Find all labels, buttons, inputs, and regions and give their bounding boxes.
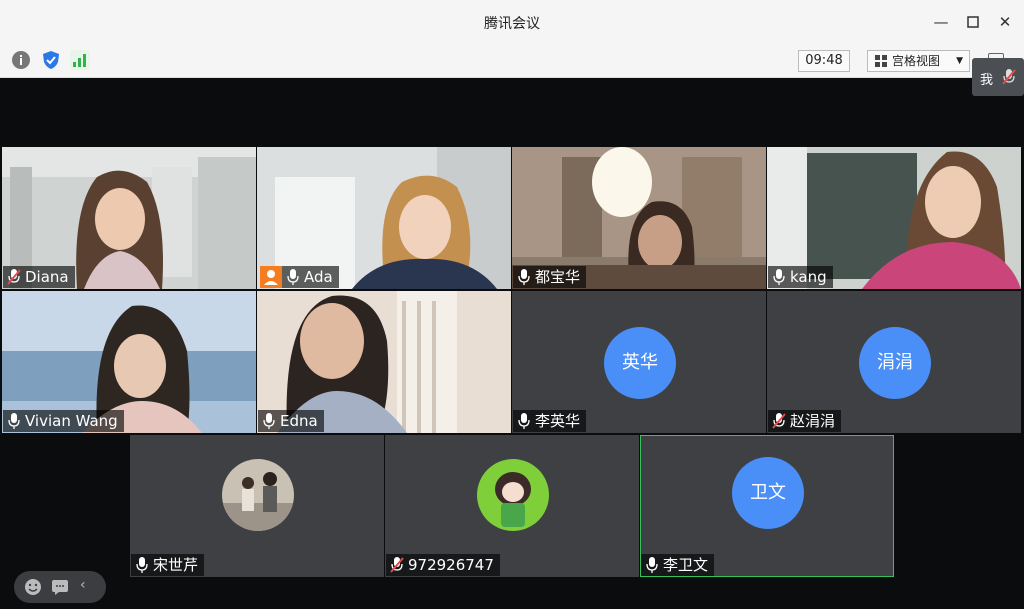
participant-name: 宋世芹: [153, 556, 199, 574]
minimize-button[interactable]: —: [931, 12, 951, 32]
participant-nameplate: 赵涓涓: [768, 410, 842, 432]
self-label: 我: [980, 73, 994, 88]
meeting-timer: 09:48: [798, 50, 850, 72]
video-tile[interactable]: 都宝华: [512, 147, 766, 289]
mic-muted-icon: [772, 413, 786, 429]
participant-nameplate: 972926747: [386, 554, 500, 576]
participant-name: 972926747: [408, 556, 494, 574]
reaction-controls: ‹: [14, 571, 106, 603]
mic-muted-icon: [1002, 69, 1016, 85]
maximize-button[interactable]: [963, 12, 983, 32]
participant-name: Diana: [25, 268, 69, 286]
mic-icon: [773, 269, 785, 285]
video-tile[interactable]: kang: [767, 147, 1021, 289]
mic-muted-icon: [7, 269, 21, 285]
participant-nameplate: 宋世芹: [131, 554, 205, 576]
participant-nameplate: Diana: [3, 266, 75, 288]
mic-icon: [263, 413, 275, 429]
mic-muted-icon: [390, 557, 404, 573]
participant-nameplate: 李卫文: [641, 554, 715, 576]
avatar: 英华: [604, 327, 676, 399]
mic-icon: [518, 413, 530, 429]
smile-icon[interactable]: [24, 578, 42, 600]
close-button[interactable]: ✕: [995, 12, 1015, 32]
host-user-icon: [260, 266, 282, 288]
chat-icon[interactable]: [51, 578, 69, 600]
participant-nameplate: Vivian Wang: [3, 410, 124, 432]
mic-icon: [518, 269, 530, 285]
participant-nameplate: 都宝华: [513, 266, 587, 288]
self-view[interactable]: 我: [972, 58, 1024, 96]
title-bar: 腾讯会议 — ✕: [0, 0, 1024, 45]
info-icon[interactable]: [11, 50, 31, 70]
participant-name: Ada: [304, 268, 333, 286]
participant-nameplate: kang: [768, 266, 833, 288]
avatar: [477, 459, 549, 531]
participant-nameplate: 李英华: [513, 410, 587, 432]
mic-icon: [136, 557, 148, 573]
mic-icon: [287, 269, 299, 285]
avatar-tile-active-speaker[interactable]: 卫文 李卫文: [640, 435, 894, 577]
participant-name: 赵涓涓: [790, 412, 836, 430]
participant-nameplate: Ada: [282, 266, 339, 288]
mic-icon: [8, 413, 20, 429]
participant-nameplate: Edna: [258, 410, 324, 432]
window-title: 腾讯会议: [484, 16, 540, 32]
avatar-tile[interactable]: 972926747: [385, 435, 639, 577]
view-mode-label: 宫格视图: [892, 54, 941, 68]
chevron-left-icon[interactable]: ‹: [80, 577, 86, 593]
shield-icon[interactable]: [41, 50, 61, 70]
video-tile[interactable]: Vivian Wang: [2, 291, 256, 433]
signal-icon[interactable]: [70, 50, 90, 70]
video-tile[interactable]: Diana: [2, 147, 256, 289]
participant-name: Edna: [280, 412, 318, 430]
avatar-tile[interactable]: 涓涓 赵涓涓: [767, 291, 1021, 433]
chevron-down-icon: ▼: [956, 56, 963, 66]
grid-view-icon: [875, 55, 887, 67]
video-tile[interactable]: Edna: [257, 291, 511, 433]
participant-name: kang: [790, 268, 827, 286]
participant-name: 李英华: [535, 412, 581, 430]
participant-name: Vivian Wang: [25, 412, 118, 430]
participant-name: 都宝华: [535, 268, 581, 286]
participant-name: 李卫文: [663, 556, 709, 574]
view-mode-dropdown[interactable]: 宫格视图 ▼: [867, 50, 970, 72]
meeting-toolbar: 09:48 宫格视图 ▼: [0, 45, 1024, 78]
avatar-tile[interactable]: 英华 李英华: [512, 291, 766, 433]
avatar: 卫文: [732, 457, 804, 529]
avatar-tile[interactable]: 宋世芹: [130, 435, 384, 577]
avatar: [222, 459, 294, 531]
avatar: 涓涓: [859, 327, 931, 399]
mic-icon: [646, 557, 658, 573]
video-tile[interactable]: Ada: [257, 147, 511, 289]
